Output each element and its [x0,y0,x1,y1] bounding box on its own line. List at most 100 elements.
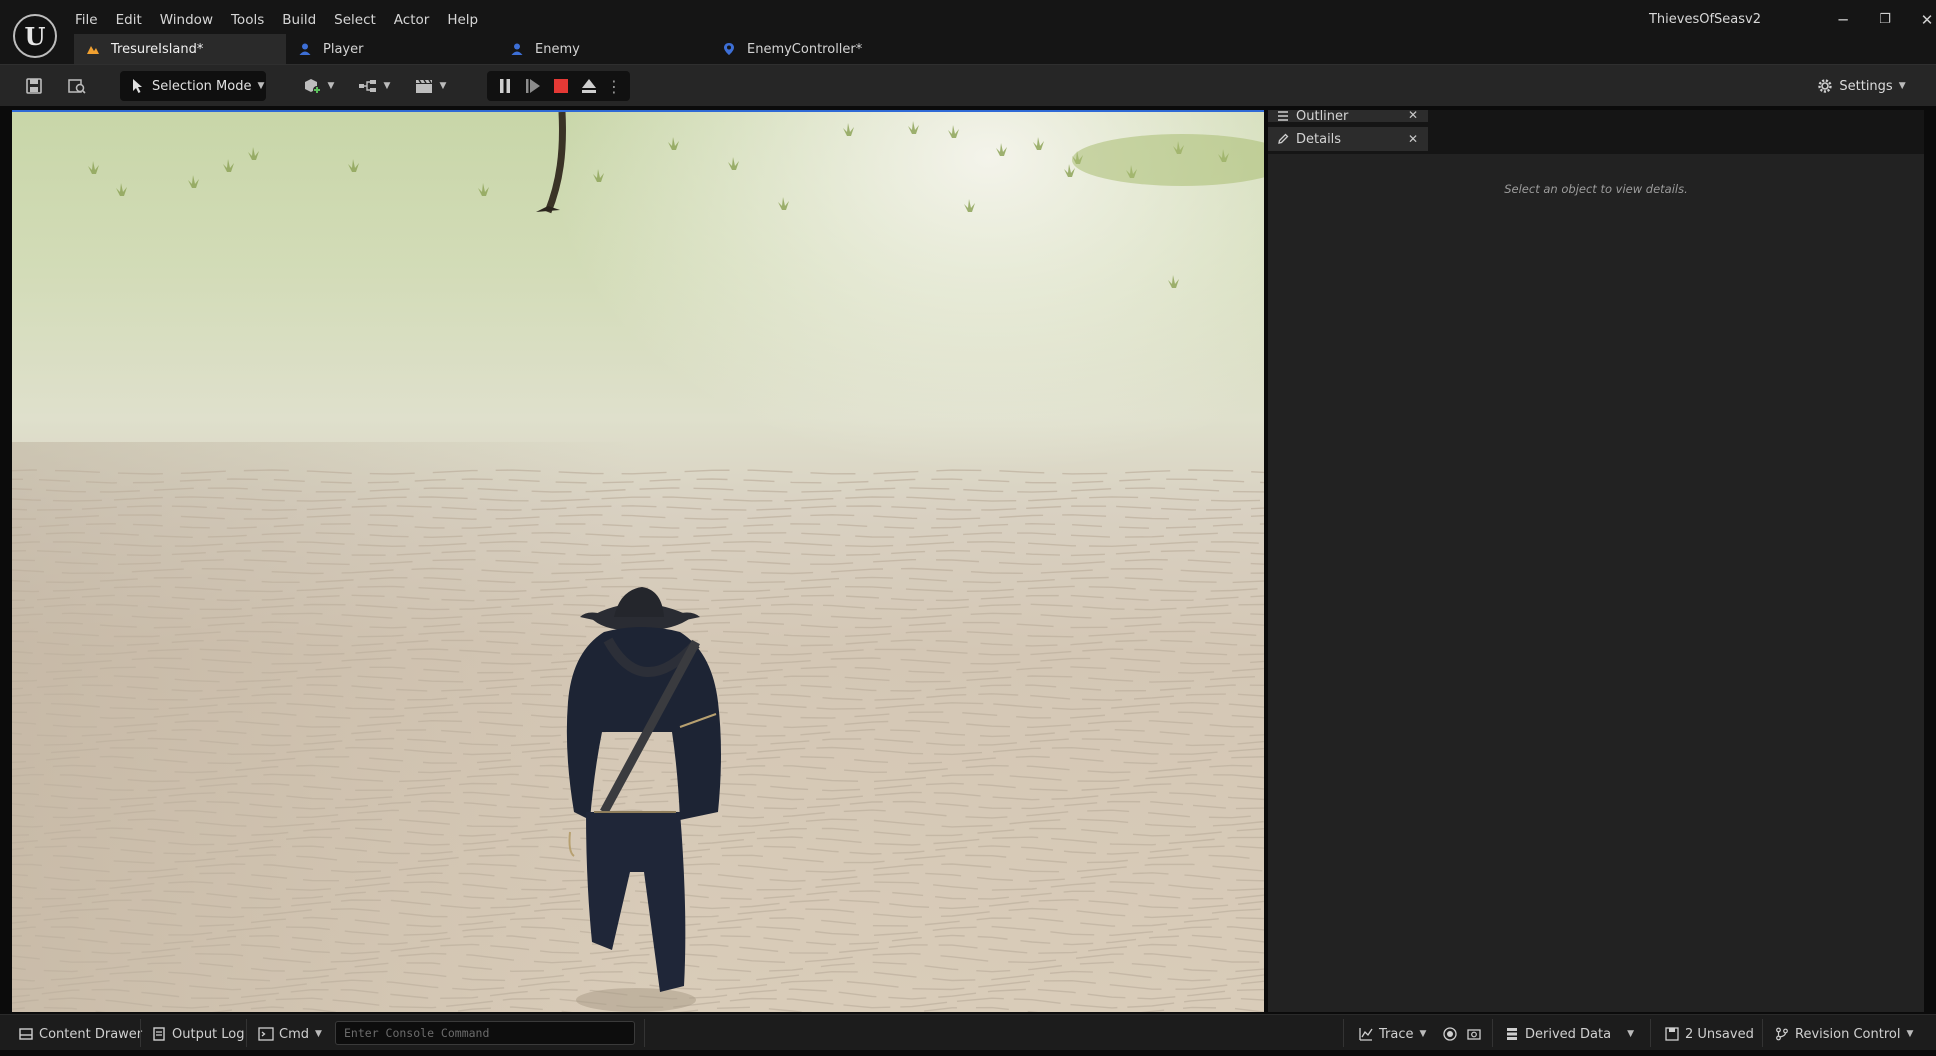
add-actor-icon [304,79,321,94]
play-options-button[interactable]: ⋮ [605,72,623,100]
eject-icon [582,79,596,93]
chevron-down-icon: ▼ [1906,1029,1914,1039]
blueprint-controller-icon [720,40,738,58]
close-window-button[interactable]: ✕ [1912,8,1936,32]
project-title: ThievesOfSeasv2 [1648,12,1761,27]
output-log-label: Output Log [172,1026,245,1042]
level-icon [84,40,102,58]
tab-label: TresureIsland* [111,41,204,57]
pause-icon [500,79,510,93]
content-drawer-button[interactable]: Content Drawer [18,1024,142,1044]
divider [1650,1019,1651,1047]
chevron-down-icon: ▼ [1627,1029,1635,1039]
stop-icon [554,79,568,93]
more-options-icon: ⋮ [606,76,622,96]
browse-content-button[interactable] [62,72,92,100]
pause-button[interactable] [493,72,517,100]
play-controls: ⋮ [487,71,630,101]
status-bar: Content Drawer Output Log Cmd ▼ Trace ▼ [0,1014,1936,1050]
menu-build[interactable]: Build [273,9,325,31]
outliner-tab-label: Outliner [1296,110,1349,122]
cinematics-button[interactable]: ▼ [410,72,450,100]
blueprint-pawn-icon [296,40,314,58]
tab-tresureisland[interactable]: TresureIsland* [74,34,286,64]
tab-outliner[interactable]: Outliner ✕ [1268,110,1428,122]
settings-button[interactable]: Settings ▼ [1816,72,1906,100]
divider [1762,1019,1763,1047]
chevron-down-icon: ▼ [257,81,265,91]
menu-help[interactable]: Help [438,9,487,31]
camera-icon [1466,1026,1482,1042]
chevron-down-icon: ▼ [327,81,335,91]
gear-icon [1818,79,1833,93]
main-toolbar: Selection Mode ▼ ▼ ▼ ▼ ⋮ Settings ▼ [0,64,1936,106]
sand-dunes-scene [12,112,1264,1012]
menu-file[interactable]: File [66,9,107,31]
tab-details[interactable]: Details ✕ [1268,127,1428,151]
screenshot-button[interactable] [1466,1024,1487,1044]
database-icon [1504,1026,1520,1042]
log-icon [151,1026,167,1042]
derived-data-label: Derived Data [1525,1026,1612,1042]
revision-control-label: Revision Control [1795,1026,1901,1042]
frame-advance-button[interactable] [521,72,545,100]
divider [1343,1019,1344,1047]
chevron-down-icon: ▼ [1898,81,1906,91]
restore-button[interactable]: ❐ [1870,8,1900,32]
title-bar: U File Edit Window Tools Build Select Ac… [0,0,1936,64]
save-button[interactable] [20,72,48,100]
menu-bar: File Edit Window Tools Build Select Acto… [66,9,487,31]
divider [1492,1019,1493,1047]
cmd-label: Cmd [279,1026,309,1042]
stop-button[interactable] [549,72,573,100]
record-button[interactable] [1442,1024,1463,1044]
tab-enemy[interactable]: Enemy [498,34,710,64]
selection-mode-dropdown[interactable]: Selection Mode ▼ [120,71,266,101]
trace-dropdown[interactable]: Trace ▼ [1358,1024,1426,1044]
level-viewport[interactable] [12,110,1264,1012]
content-drawer-label: Content Drawer [39,1026,143,1042]
output-log-button[interactable]: Output Log [151,1024,245,1044]
trace-label: Trace [1379,1026,1414,1042]
unsaved-button[interactable]: 2 Unsaved [1664,1024,1754,1044]
blueprint-pawn-icon [508,40,526,58]
unreal-logo[interactable]: U [13,14,57,58]
tab-player[interactable]: Player [286,34,498,64]
chevron-down-icon: ▼ [383,81,391,91]
menu-select[interactable]: Select [325,9,385,31]
trace-icon [1358,1026,1374,1042]
browse-icon [68,79,86,94]
cmd-dropdown[interactable]: Cmd ▼ [258,1024,322,1044]
clapperboard-icon [415,79,432,93]
blueprints-button[interactable]: ▼ [354,72,394,100]
tab-label: EnemyController* [747,41,863,57]
divider [246,1019,247,1047]
panel-tab-strip: Outliner ✕ Details ✕ [1268,110,1924,154]
menu-window[interactable]: Window [151,9,222,31]
add-actor-button[interactable]: ▼ [298,72,338,100]
menu-edit[interactable]: Edit [107,9,151,31]
document-tabs: TresureIsland* Player Enemy EnemyControl… [74,34,922,64]
divider [644,1019,645,1047]
details-tab-label: Details [1296,131,1342,147]
blueprint-graph-icon [358,80,376,92]
menu-tools[interactable]: Tools [222,9,273,31]
menu-actor[interactable]: Actor [385,9,439,31]
console-command-input[interactable] [335,1021,635,1045]
revision-control-dropdown[interactable]: Revision Control ▼ [1774,1024,1913,1044]
tab-label: Player [323,41,364,57]
derived-data-dropdown[interactable]: Derived Data ▼ [1504,1024,1634,1044]
tab-enemycontroller[interactable]: EnemyController* [710,34,922,64]
unsaved-label: 2 Unsaved [1685,1026,1754,1042]
settings-label: Settings [1839,78,1893,94]
right-dock: Outliner ✕ Details ✕ Select an object to… [1268,110,1924,1012]
save-icon [26,78,42,94]
divider [140,1019,141,1047]
drawer-icon [18,1026,34,1042]
details-panel: Select an object to view details. [1268,154,1924,1012]
eject-button[interactable] [577,72,601,100]
selection-mode-label: Selection Mode [152,78,252,94]
close-icon[interactable]: ✕ [1408,132,1418,146]
minimize-button[interactable]: ─ [1828,8,1858,32]
close-icon[interactable]: ✕ [1408,110,1418,122]
